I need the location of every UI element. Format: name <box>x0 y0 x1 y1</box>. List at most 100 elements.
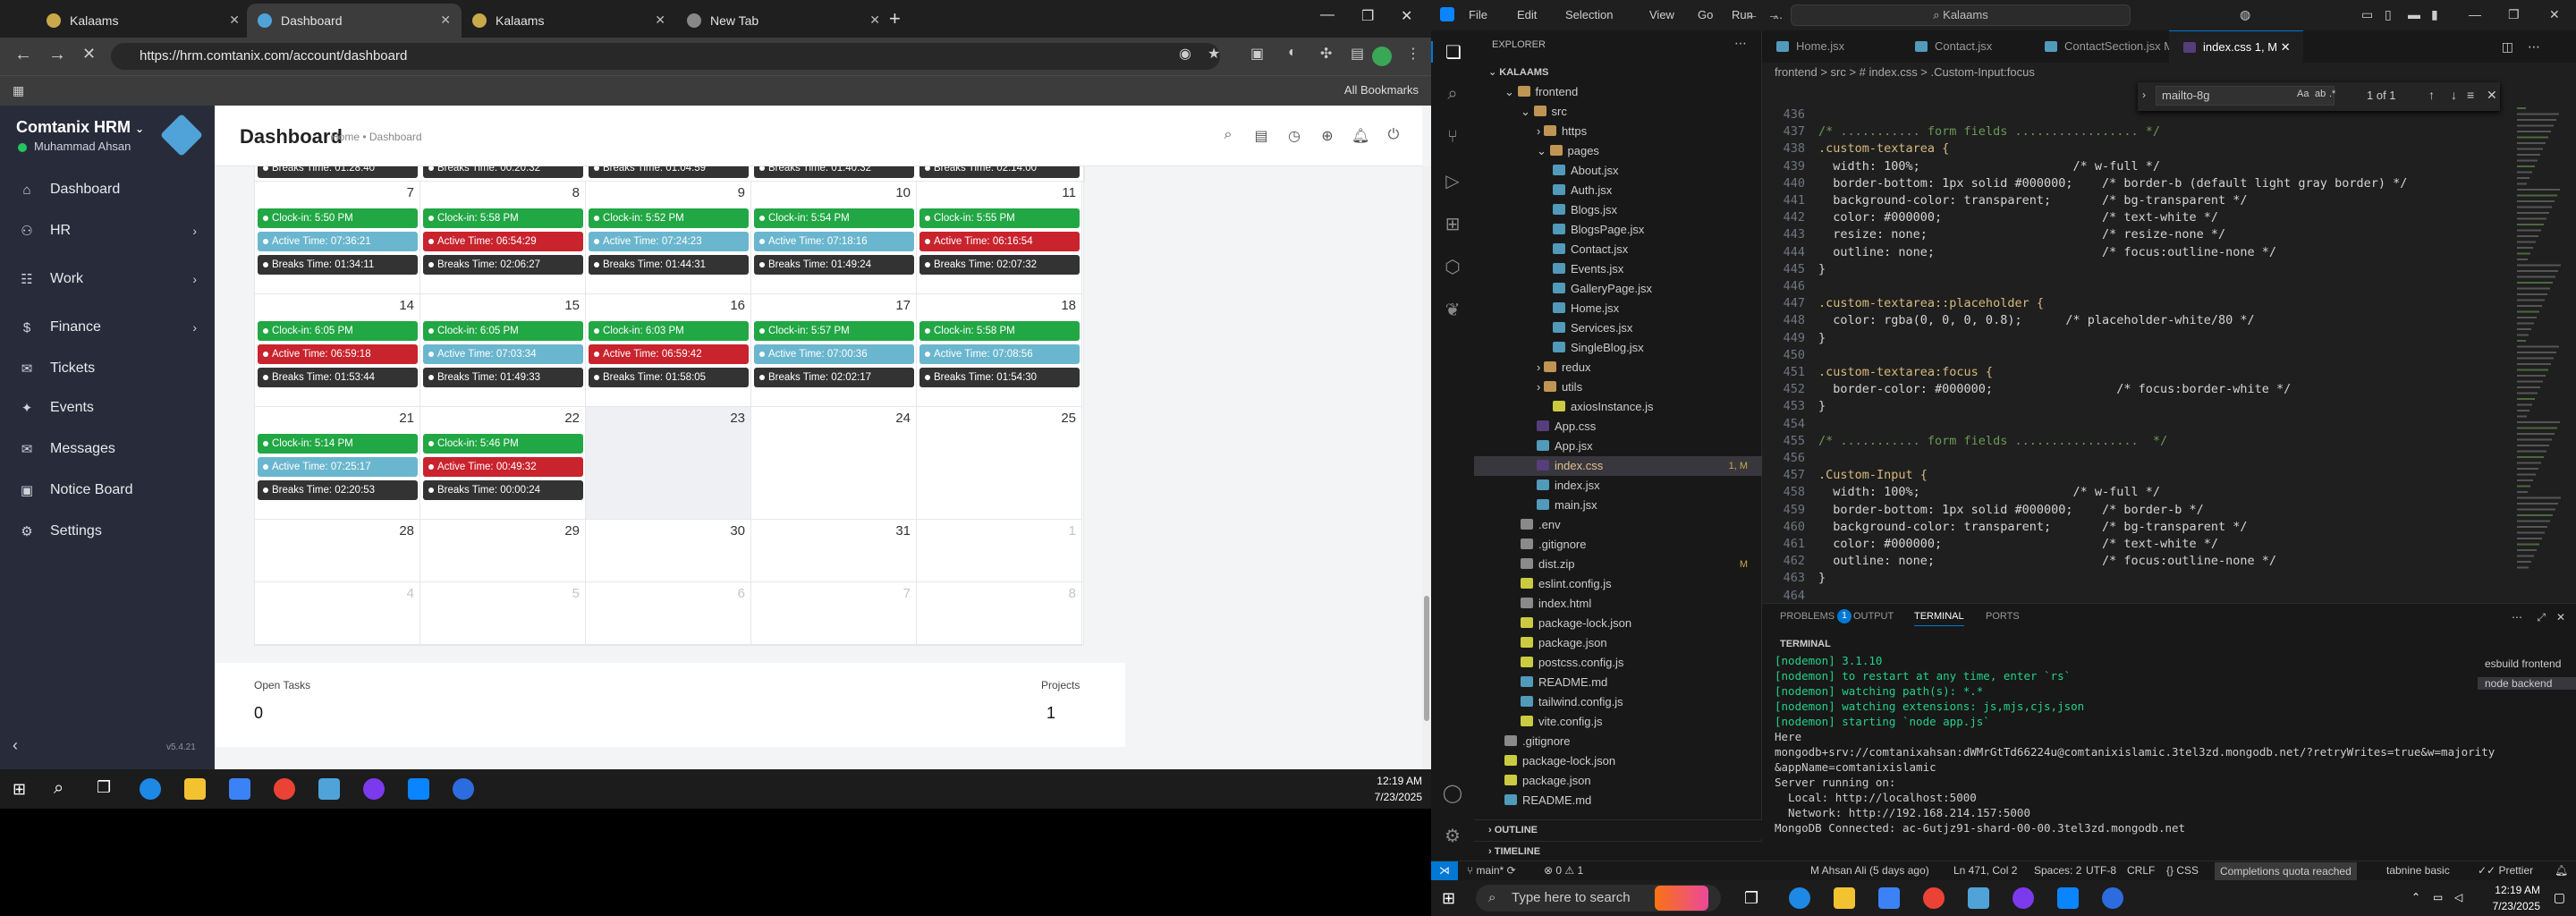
calendar-event[interactable]: Clock-in: 6:05 PM <box>258 321 418 341</box>
file-tree-item[interactable]: package-lock.json <box>1474 614 1762 633</box>
sidebar-item-settings[interactable]: ⚙ Settings <box>0 513 215 549</box>
file-tree-item[interactable]: Services.jsx <box>1474 318 1762 338</box>
code-line[interactable]: /* ........... form fields .............… <box>1818 434 2167 448</box>
calendar-event[interactable]: Active Time: 06:54:29 <box>423 232 583 251</box>
app-icon[interactable] <box>1968 887 1989 909</box>
calendar-event[interactable]: Active Time: 07:08:56 <box>919 344 1080 364</box>
calendar-day-cell[interactable]: 6 <box>586 582 751 645</box>
calendar-day-cell[interactable]: 4 <box>255 582 420 645</box>
prettier-status[interactable]: ✓✓ Prettier <box>2478 864 2533 877</box>
file-tree-item[interactable]: vite.config.js <box>1474 712 1762 732</box>
notification-center-icon[interactable]: ▢ <box>2554 890 2565 905</box>
chrome-tab-active[interactable]: Dashboard ✕ <box>247 4 462 38</box>
code-line[interactable]: background-color: transparent; /* bg-tra… <box>1818 193 2247 208</box>
profile-avatar[interactable] <box>1372 47 1392 66</box>
panel-tab-terminal[interactable]: TERMINAL <box>1914 611 1964 626</box>
calendar-event[interactable]: Active Time: 07:25:17 <box>258 457 418 477</box>
file-tree-item[interactable]: Contact.jsx <box>1474 240 1762 259</box>
code-editor[interactable]: 436 437 /* ........... form fields .......… <box>1762 107 2576 620</box>
calendar-day-cell[interactable]: 14 Clock-in: 6:05 PM Active Time: 06:59:18… <box>255 294 420 407</box>
sidebar-item-hr[interactable]: ⚇ HR › <box>0 213 215 249</box>
calendar-event[interactable]: Breaks Time: 02:07:32 <box>919 255 1080 275</box>
file-tree-item[interactable]: ⌄ src <box>1474 102 1762 122</box>
url-input[interactable]: https://hrm.comtanix.com/account/dashboa… <box>111 43 1220 70</box>
calendar-day-cell[interactable]: 9 Clock-in: 5:52 PM Active Time: 07:24:23 B… <box>586 182 751 294</box>
code-line[interactable]: } <box>1818 399 1826 413</box>
edge-icon[interactable] <box>140 778 161 800</box>
panel-toggle-icon[interactable]: ▬ <box>2408 7 2420 21</box>
search-highlight-image[interactable] <box>1655 886 1708 911</box>
sidebar-toggle-icon[interactable]: ▯ <box>2385 7 2392 22</box>
find-in-selection-icon[interactable]: ≡ <box>2467 88 2474 102</box>
sidepanel-icon[interactable]: ▤ <box>1351 45 1364 63</box>
calendar-event[interactable]: Breaks Time: 02:06:27 <box>423 255 583 275</box>
calendar-day-cell[interactable]: 30 <box>586 520 751 582</box>
calendar-event[interactable]: Breaks Time: 01:54:30 <box>919 368 1080 387</box>
scrollbar-thumb[interactable] <box>1424 596 1429 721</box>
more-actions-icon[interactable]: ⋯ <box>2528 39 2540 55</box>
code-line[interactable]: /* ........... form fields .............… <box>1818 124 2160 139</box>
calendar-event[interactable]: Clock-in: 5:57 PM <box>754 321 914 341</box>
file-tree-item[interactable]: ⌄ pages <box>1474 141 1762 161</box>
secondary-sidebar-icon[interactable]: ▮ <box>2431 7 2438 22</box>
calendar-day-cell[interactable]: 28 <box>255 520 420 582</box>
calendar-event[interactable]: Clock-in: 5:52 PM <box>589 208 749 228</box>
close-icon[interactable]: ✕ <box>440 13 451 28</box>
explorer-icon[interactable]: ❏ <box>1431 41 1474 63</box>
problems-status[interactable]: ⊗ 0 ⚠ 1 <box>1544 864 1583 877</box>
code-line[interactable]: outline: none; /* focus:outline-none */ <box>1818 554 2276 568</box>
minimize-icon[interactable]: — <box>1320 7 1335 23</box>
calendar-event[interactable]: Active Time: 06:59:18 <box>258 344 418 364</box>
code-line[interactable]: background-color: transparent; /* bg-tra… <box>1818 520 2247 534</box>
puzzle-icon[interactable]: ✣ <box>1320 45 1332 63</box>
new-tab-icon[interactable]: + <box>889 7 901 30</box>
calendar-day-cell[interactable]: 8 <box>917 582 1082 645</box>
previous-match-icon[interactable]: ↑ <box>2428 88 2435 102</box>
language-mode[interactable]: {} CSS <box>2166 864 2199 877</box>
calendar-event[interactable]: Active Time: 07:24:23 <box>589 232 749 251</box>
close-icon[interactable]: ✕ <box>869 13 880 28</box>
calendar-event[interactable]: Active Time: 07:03:34 <box>423 344 583 364</box>
code-line[interactable]: width: 100%; /* w-full */ <box>1818 159 2160 174</box>
maximize-icon[interactable]: ❐ <box>1361 7 1374 25</box>
extensions-icon[interactable]: ⊞ <box>1442 213 1463 234</box>
calendar-event[interactable]: Active Time: 07:18:16 <box>754 232 914 251</box>
code-line[interactable]: } <box>1818 331 1826 345</box>
back-icon[interactable]: ← <box>14 45 32 65</box>
calendar-day-cell[interactable]: 8 Clock-in: 5:58 PM Active Time: 06:54:29 B… <box>420 182 586 294</box>
search-icon[interactable]: ⌕ <box>54 778 64 799</box>
chrome-tab[interactable]: Kalaams ✕ <box>462 4 676 38</box>
account-icon[interactable]: ◯ <box>1442 782 1463 803</box>
sidebar-item-dashboard[interactable]: ⌂ Dashboard <box>0 172 215 208</box>
brand-name[interactable]: Comtanix HRM ⌄ <box>16 118 144 137</box>
split-editor-icon[interactable]: ◫ <box>2502 39 2513 55</box>
notifications-bell-icon[interactable]: 🔔︎ <box>2555 864 2568 877</box>
file-tree-item[interactable]: SingleBlog.jsx <box>1474 338 1762 358</box>
maximize-panel-icon[interactable]: ⤢ <box>2537 611 2546 624</box>
file-tree-item[interactable]: .gitignore <box>1474 535 1762 555</box>
menu-edit[interactable]: Edit <box>1517 8 1537 21</box>
file-tree-item[interactable]: main.jsx <box>1474 496 1762 515</box>
calendar-day-cell[interactable]: 29 <box>420 520 586 582</box>
vscode-icon[interactable] <box>2057 887 2079 909</box>
add-icon[interactable]: ⊕ <box>1318 127 1336 145</box>
remote-icon[interactable]: ⋊ <box>1431 861 1458 881</box>
calendar-event[interactable]: Breaks Time: 01:44:31 <box>589 255 749 275</box>
more-actions-icon[interactable]: ⋯ <box>2512 611 2522 623</box>
tray-chevron-up-icon[interactable]: ⌃ <box>2411 891 2420 903</box>
file-tree-item[interactable]: › utils <box>1474 377 1762 397</box>
store-icon[interactable] <box>229 778 250 800</box>
extension-icon[interactable]: ▣ <box>1250 45 1264 63</box>
calendar-day-cell[interactable]: 11 Clock-in: 5:55 PM Active Time: 06:16:54… <box>917 182 1082 294</box>
code-line[interactable]: } <box>1818 262 1826 276</box>
run-debug-icon[interactable]: ▷ <box>1442 170 1463 191</box>
close-icon[interactable]: ✕ <box>655 13 665 28</box>
menu-view[interactable]: View <box>1649 8 1674 21</box>
match-case-icon[interactable]: Aa <box>2297 89 2309 99</box>
editor-tab[interactable]: ContactSection.jsx M <box>2030 30 2186 63</box>
chrome-icon[interactable] <box>1923 887 1945 909</box>
all-bookmarks[interactable]: All Bookmarks <box>1344 83 1419 97</box>
calendar-day-cell[interactable]: 22 Clock-in: 5:46 PM Active Time: 00:49:32… <box>420 407 586 520</box>
file-tree-item[interactable]: postcss.config.js <box>1474 653 1762 673</box>
code-line[interactable]: color: #000000; /* text-white */ <box>1818 537 2218 551</box>
